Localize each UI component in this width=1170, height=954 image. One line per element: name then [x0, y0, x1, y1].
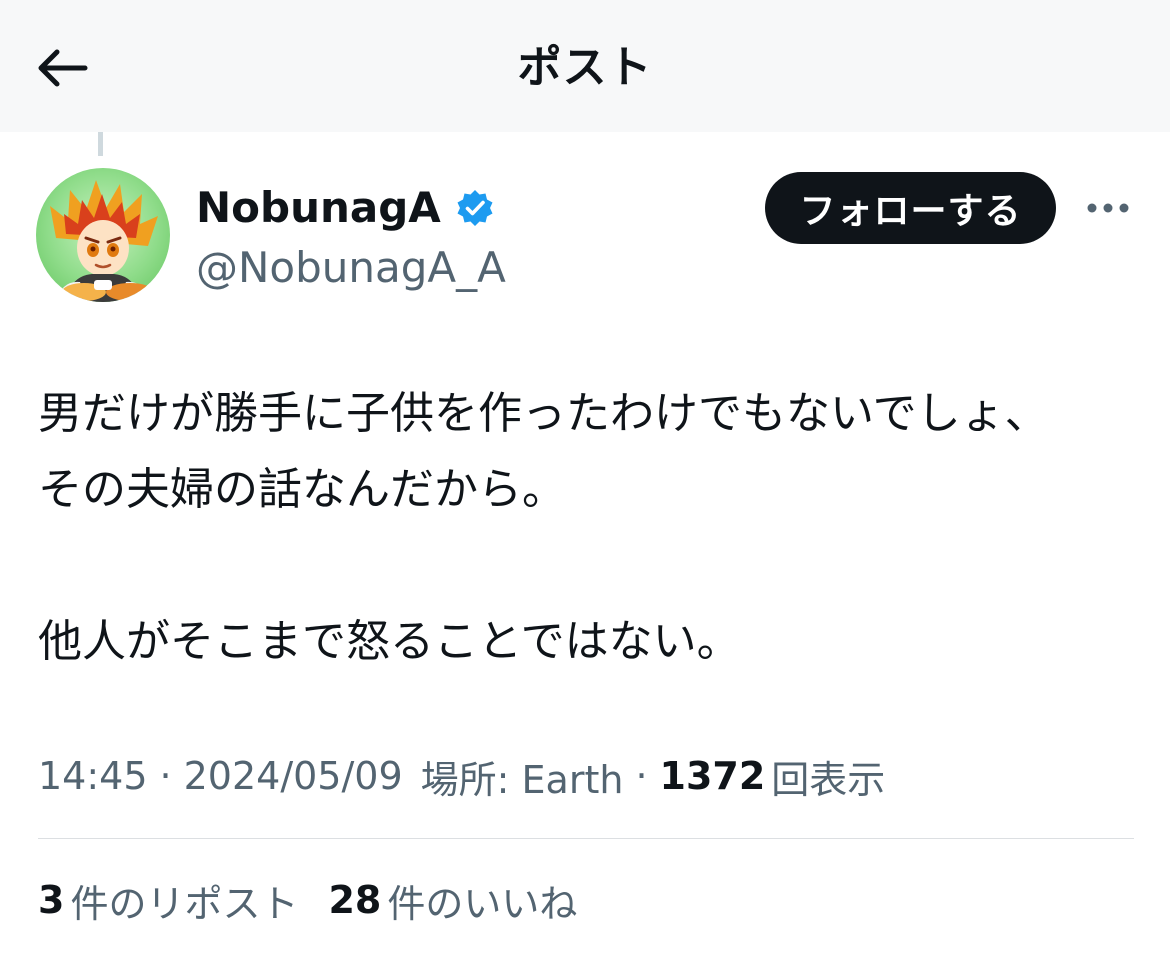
engagement-stats: 3 件のリポスト 28 件のいいね [38, 872, 577, 928]
likes-stat[interactable]: 28 件のいいね [328, 873, 577, 928]
reposts-label: 件のリポスト [70, 881, 299, 926]
post-text-line: その夫婦の話なんだから。 [38, 464, 566, 515]
more-options-button[interactable] [1082, 188, 1134, 228]
thread-connector-line [98, 132, 103, 156]
views-label[interactable]: 回表示 [771, 749, 885, 804]
top-navigation-bar: ポスト [0, 0, 1170, 132]
post-body: 男だけが勝手に子供を作ったわけでもないでしょ、 その夫婦の話なんだから。 他人が… [38, 376, 1138, 680]
views-count[interactable]: 1372 [660, 754, 766, 798]
verified-badge-icon [455, 188, 495, 228]
more-horizontal-icon [1087, 203, 1129, 213]
likes-count: 28 [328, 878, 382, 922]
post-text-line: 他人がそこまで怒ることではない。 [38, 616, 741, 667]
user-handle[interactable]: @NobunagA_A [196, 240, 506, 296]
author-name-row[interactable]: NobunagA [196, 180, 495, 236]
post-date[interactable]: 2024/05/09 [184, 754, 403, 798]
display-name[interactable]: NobunagA [196, 180, 441, 236]
page-title: ポスト [517, 42, 653, 93]
follow-button[interactable]: フォローする [765, 172, 1056, 244]
avatar[interactable] [36, 168, 170, 302]
reposts-count: 3 [38, 878, 65, 922]
post-text-line: 男だけが勝手に子供を作ったわけでもないでしょ、 [38, 388, 1049, 439]
post-time[interactable]: 14:45 [38, 754, 148, 798]
likes-label: 件のいいね [387, 881, 578, 926]
separator-dot: · [635, 754, 648, 798]
post-location: 場所: Earth [420, 757, 624, 802]
separator-dot: · [159, 754, 172, 798]
reposts-stat[interactable]: 3 件のリポスト [38, 873, 298, 928]
divider [38, 838, 1134, 839]
post-metadata: 14:45 · 2024/05/09 場所: Earth · 1372 回表示 [38, 748, 885, 804]
